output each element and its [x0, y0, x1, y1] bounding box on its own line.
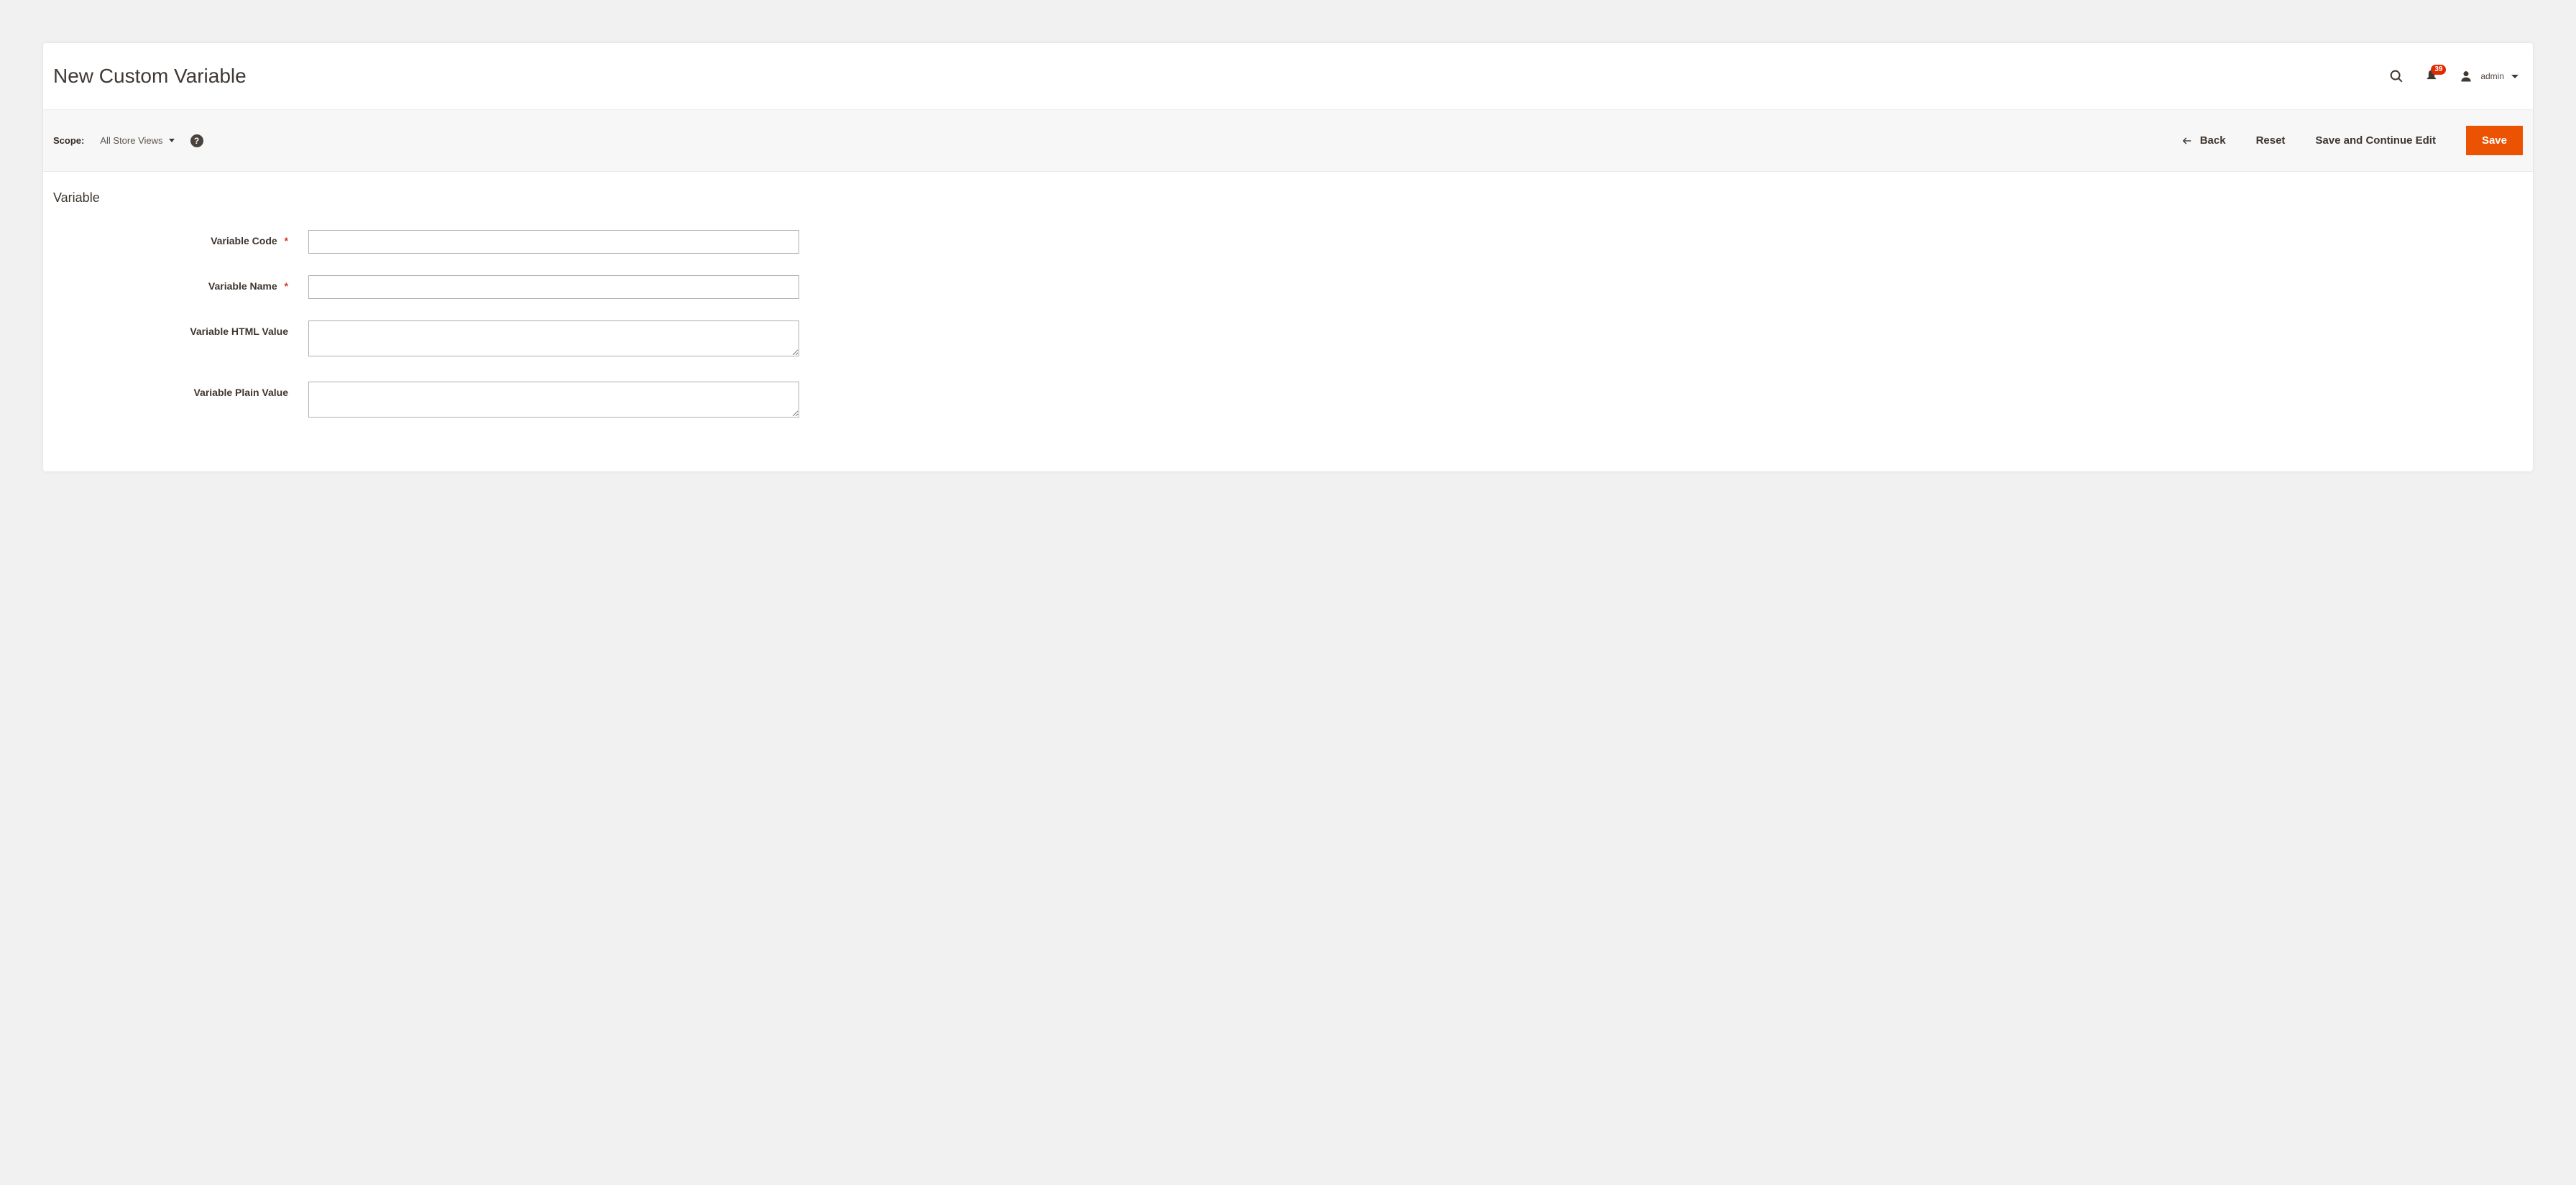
- field-variable-plain-value: Variable Plain Value: [53, 382, 2523, 421]
- admin-name: admin: [2480, 71, 2504, 81]
- field-label: Variable Code: [211, 235, 277, 246]
- action-buttons: Back Reset Save and Continue Edit Save: [2181, 126, 2523, 155]
- required-mark: *: [285, 280, 288, 292]
- variable-name-input[interactable]: [308, 275, 799, 299]
- reset-label: Reset: [2256, 134, 2286, 147]
- variable-html-value-input[interactable]: [308, 321, 799, 356]
- field-variable-code: Variable Code *: [53, 230, 2523, 254]
- action-bar: Scope: All Store Views ? Back Reset: [43, 109, 2533, 172]
- field-variable-name: Variable Name *: [53, 275, 2523, 299]
- scope-label: Scope:: [53, 135, 84, 146]
- field-label: Variable Name: [208, 280, 277, 292]
- scope-area: Scope: All Store Views ?: [53, 134, 203, 147]
- panel-header: New Custom Variable 39: [43, 43, 2533, 109]
- admin-account-menu[interactable]: admin: [2459, 69, 2518, 83]
- caret-down-icon: [169, 139, 175, 142]
- form-area: Variable Variable Code * Variable Name *: [43, 172, 2533, 471]
- caret-down-icon: [2511, 75, 2518, 78]
- field-label: Variable Plain Value: [193, 387, 288, 398]
- scope-value: All Store Views: [100, 135, 162, 146]
- header-tools: 39 admin: [2388, 68, 2526, 84]
- page-title: New Custom Variable: [53, 65, 247, 88]
- required-mark: *: [285, 235, 288, 246]
- section-title: Variable: [53, 190, 2523, 206]
- field-variable-html-value: Variable HTML Value: [53, 321, 2523, 360]
- user-icon: [2459, 69, 2473, 83]
- back-label: Back: [2200, 134, 2226, 147]
- search-icon[interactable]: [2388, 68, 2404, 84]
- arrow-left-icon: [2181, 136, 2193, 146]
- variable-plain-value-input[interactable]: [308, 382, 799, 418]
- field-label: Variable HTML Value: [190, 326, 288, 337]
- scope-selector[interactable]: All Store Views: [100, 135, 174, 146]
- main-panel: New Custom Variable 39: [43, 43, 2533, 471]
- variable-code-input[interactable]: [308, 230, 799, 254]
- save-continue-label: Save and Continue Edit: [2315, 134, 2436, 147]
- save-button[interactable]: Save: [2466, 126, 2523, 155]
- notifications-badge: 39: [2431, 65, 2446, 75]
- notifications-icon[interactable]: 39: [2424, 69, 2439, 83]
- save-label: Save: [2482, 134, 2507, 147]
- save-continue-button[interactable]: Save and Continue Edit: [2315, 134, 2436, 147]
- help-icon[interactable]: ?: [190, 134, 203, 147]
- back-button[interactable]: Back: [2181, 134, 2226, 147]
- reset-button[interactable]: Reset: [2256, 134, 2286, 147]
